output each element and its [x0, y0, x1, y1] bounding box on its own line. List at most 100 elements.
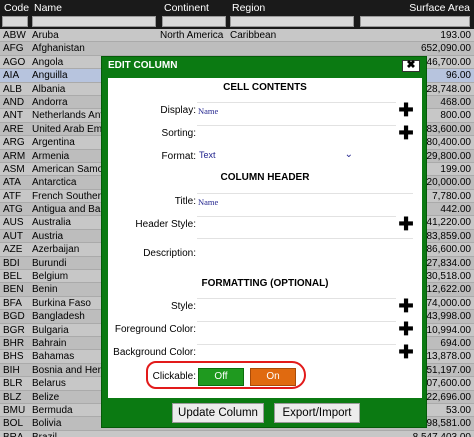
- column-header-region[interactable]: Region: [228, 0, 358, 29]
- cell-region: Caribbean: [230, 30, 277, 41]
- cell-name: Andorra: [32, 96, 68, 108]
- cell-name: Brazil: [32, 431, 104, 437]
- cell-code: BGD: [3, 311, 25, 323]
- dialog-body: CELL CONTENTS Display: Name ✚ Sorting: ✚…: [108, 78, 422, 398]
- format-label: Format:: [161, 151, 196, 162]
- table-row[interactable]: ABW Aruba North America Caribbean 193.00: [0, 29, 474, 43]
- filter-box-region[interactable]: [230, 16, 354, 27]
- cell-code: BGR: [3, 324, 25, 336]
- table-row[interactable]: BRABrazil 8,547,403.00: [0, 430, 474, 437]
- cell-code: AUS: [3, 217, 24, 229]
- cell-name: Afghanistan: [32, 43, 85, 55]
- cell-name: Albania: [32, 83, 66, 95]
- title-label: Title:: [174, 196, 196, 207]
- format-select-value: Text: [199, 150, 216, 160]
- background-color-input[interactable]: [197, 344, 396, 362]
- cell-code: BMU: [3, 404, 26, 416]
- cell-name: Australia: [32, 217, 71, 229]
- style-add-icon[interactable]: ✚: [398, 297, 414, 315]
- column-header-name[interactable]: Name: [30, 0, 160, 29]
- cell-code: BHS: [3, 351, 24, 363]
- cell-name: Antarctica: [32, 177, 77, 189]
- foreground-color-add-icon[interactable]: ✚: [398, 320, 414, 338]
- cell-name: Bahamas: [32, 351, 75, 363]
- cell-code: AGO: [3, 56, 26, 68]
- column-header-surface-area[interactable]: Surface Area: [358, 0, 474, 29]
- column-header-continent[interactable]: Continent: [160, 0, 228, 29]
- cell-name: Austria: [32, 230, 64, 242]
- cell-area: 8,547,403.00: [391, 431, 471, 437]
- cell-code: BEN: [3, 284, 24, 296]
- cell-name: Armenia: [32, 150, 70, 162]
- style-input[interactable]: [197, 298, 396, 316]
- cell-code: AFG: [3, 43, 24, 55]
- display-input[interactable]: Name: [197, 102, 396, 120]
- header-style-add-icon[interactable]: ✚: [398, 215, 414, 233]
- style-label: Style:: [170, 301, 196, 312]
- header-style-label: Header Style:: [135, 219, 196, 230]
- cell-name: Bolivia: [32, 418, 62, 430]
- close-icon[interactable]: ✖: [402, 60, 420, 72]
- cell-name: Belgium: [32, 271, 69, 283]
- cell-code: ARG: [3, 137, 25, 149]
- cell-name: Benin: [32, 284, 58, 296]
- section-column-header: COLUMN HEADER: [220, 172, 310, 183]
- cell-code: AND: [3, 96, 25, 108]
- section-formatting: FORMATTING (OPTIONAL): [201, 278, 329, 289]
- sorting-label: Sorting:: [161, 128, 196, 139]
- title-input[interactable]: Name: [197, 193, 413, 211]
- cell-code: AIA: [3, 70, 20, 82]
- cell-name: Burkina Faso: [32, 297, 91, 309]
- section-cell-contents: CELL CONTENTS: [223, 82, 307, 93]
- display-add-icon[interactable]: ✚: [398, 101, 414, 119]
- cell-name: Bangladesh: [32, 311, 85, 323]
- format-select[interactable]: Text ⌄: [197, 148, 355, 164]
- cell-name: Argentina: [32, 137, 75, 149]
- cell-code: AUT: [3, 230, 23, 242]
- grid-header: Code Name Continent Region Surface Area: [0, 0, 474, 29]
- cell-code: BEL: [3, 271, 22, 283]
- chevron-down-icon: ⌄: [344, 149, 353, 160]
- column-header-code[interactable]: Code: [0, 0, 30, 29]
- cell-name: American Samoa: [32, 163, 104, 175]
- background-color-add-icon[interactable]: ✚: [398, 343, 414, 361]
- cell-code: ATG: [3, 204, 23, 216]
- cell-code: BHR: [3, 337, 25, 349]
- cell-continent: North America: [160, 30, 224, 41]
- cell-name: Bahrain: [32, 337, 67, 349]
- cell-code: ARM: [3, 150, 26, 162]
- description-label: Description:: [143, 248, 196, 259]
- description-textarea[interactable]: [197, 238, 413, 272]
- foreground-color-input[interactable]: [197, 321, 396, 339]
- update-column-button[interactable]: Update Column: [172, 403, 264, 423]
- filter-box-code[interactable]: [2, 16, 28, 27]
- cell-name: Anguilla: [32, 70, 68, 82]
- display-label: Display:: [160, 105, 196, 116]
- background-color-label: Background Color:: [113, 347, 196, 358]
- sorting-input[interactable]: [197, 125, 396, 143]
- cell-code: ATF: [3, 190, 22, 202]
- cell-code: ARE: [3, 123, 24, 135]
- cell-name: Burundi: [32, 257, 67, 269]
- dialog-title: EDIT COLUMN: [108, 60, 178, 71]
- cell-name: Azerbaijan: [32, 244, 80, 256]
- cell-name: Belarus: [32, 378, 66, 390]
- export-import-button[interactable]: Export/Import: [274, 403, 360, 423]
- filter-box-name[interactable]: [32, 16, 156, 27]
- cell-name: Antigua and Barb: [32, 204, 104, 216]
- cell-area: 193.00: [440, 30, 471, 41]
- cell-name: Netherlands Anti: [32, 110, 104, 122]
- cell-code: BDI: [3, 257, 20, 269]
- foreground-color-label: Foreground Color:: [114, 324, 196, 335]
- cell-code: AZE: [3, 244, 23, 256]
- header-style-input[interactable]: [197, 216, 396, 234]
- filter-box-area[interactable]: [360, 16, 470, 27]
- table-row[interactable]: AFG Afghanistan 652,090.00: [0, 42, 474, 56]
- cell-code: BIH: [3, 364, 20, 376]
- sorting-add-icon[interactable]: ✚: [398, 124, 414, 142]
- cell-code: ATA: [3, 177, 21, 189]
- cell-code: BRA: [3, 431, 30, 437]
- filter-box-continent[interactable]: [162, 16, 226, 27]
- cell-code: BLR: [3, 378, 23, 390]
- cell-name: Belize: [32, 391, 60, 403]
